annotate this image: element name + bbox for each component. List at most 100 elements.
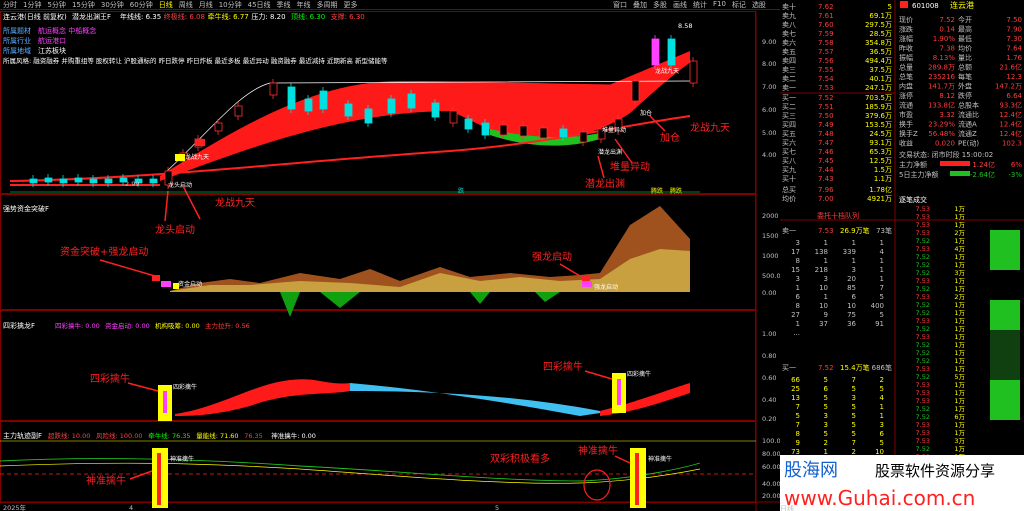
tool-button[interactable]: 叠加 — [630, 0, 650, 10]
stat-label: 最高 — [958, 25, 972, 34]
candle-body — [149, 178, 158, 184]
tick-vol: 1万 — [954, 365, 965, 373]
queue-cell: 7 — [852, 439, 856, 447]
chip: 腾跌 — [651, 187, 663, 195]
sum-value: 1.78亿 — [869, 185, 892, 194]
bid-label: 买三 — [782, 112, 796, 120]
ask-price: 7.53 — [818, 84, 834, 92]
watermark-text: 股票软件资源分享 — [875, 462, 995, 480]
queue-cell: 9 — [796, 439, 800, 447]
signal-annotation: 堆量异动 — [610, 161, 650, 173]
queue-cell: 1 — [824, 257, 828, 265]
ask-vol: 354.8万 — [865, 39, 892, 47]
period-tab[interactable]: 5分钟 — [44, 0, 68, 9]
signal-annotation: 四彩擒牛 — [543, 360, 583, 373]
ask-vol: 5 — [888, 3, 892, 11]
tool-button[interactable]: 统计 — [690, 0, 710, 10]
stat-value: 8.12 — [939, 92, 955, 100]
y-tick: 7.00 — [762, 83, 776, 91]
y-tick: 1000 — [762, 252, 779, 260]
tick-price: 7.52 — [916, 373, 930, 381]
highlight-circle — [583, 469, 611, 501]
bid-label: 买二 — [782, 103, 796, 111]
tool-button[interactable]: F10 — [710, 0, 729, 10]
tool-button[interactable]: 标记 — [729, 0, 749, 10]
period-tab[interactable]: 更多 — [341, 0, 361, 9]
ask-label: 卖十 — [782, 2, 796, 11]
tick-price: 7.53 — [916, 429, 930, 437]
sum-value: 7.00 — [818, 195, 834, 203]
stat-value: 147.2万 — [995, 83, 1022, 91]
signal-block — [161, 281, 171, 287]
annotation-arrow — [649, 115, 666, 132]
candle-body — [519, 125, 528, 137]
queue-cell: 8 — [796, 302, 800, 310]
stat-label: 振幅 — [899, 53, 913, 62]
y-tick: 5.00 — [762, 129, 776, 137]
signal-bar — [157, 453, 161, 505]
period-tab[interactable]: 月线 — [196, 0, 216, 9]
tick-vol: 1万 — [954, 341, 965, 349]
stat-value: 6.64 — [1006, 92, 1022, 100]
stat-label: 总笔 — [899, 72, 913, 81]
bid-label: 买九 — [782, 165, 796, 174]
queue-cell: 10 — [819, 302, 828, 310]
period-tab[interactable]: 多周期 — [314, 0, 341, 9]
tool-button[interactable]: 多股 — [650, 0, 670, 10]
queue-cell: 5 — [852, 421, 856, 429]
ask-price: 7.57 — [818, 48, 834, 56]
y-tick: 100.0 — [762, 437, 780, 445]
period-tab[interactable]: 分时 — [0, 0, 20, 9]
period-tab[interactable]: 周线 — [176, 0, 196, 9]
signal-annotation: 神准擒牛 — [578, 444, 618, 457]
queue-cell: 10 — [847, 302, 856, 310]
signal-block — [582, 275, 590, 281]
tool-button[interactable]: 选股 — [749, 0, 769, 10]
stat-value: 0.14 — [939, 26, 955, 34]
queue-cell: 339 — [843, 248, 856, 256]
flow-block — [990, 330, 1020, 380]
queue-cell: 3 — [824, 275, 828, 283]
stat-label: 市盈 — [899, 110, 913, 119]
bid-label: 买八 — [782, 157, 796, 165]
candle-body — [74, 177, 83, 183]
tick-price: 7.52 — [916, 349, 930, 357]
stat-value: 12.3 — [1006, 73, 1022, 81]
flow-label: 5日主力净额 — [899, 170, 938, 179]
style-news: 所属风格: 融资融券 并购重组等 股权转让 沪股通标的 昨日跌停 昨日炸板 最近… — [3, 56, 388, 65]
y-tick: 9.00 — [762, 38, 776, 46]
period-tab[interactable]: 45日线 — [245, 0, 274, 9]
period-tab[interactable]: 1分钟 — [20, 0, 44, 9]
queue-cell: 1 — [852, 239, 856, 247]
stat-value: 7.38 — [939, 45, 955, 53]
tool-button[interactable]: 画线 — [670, 0, 690, 10]
signal-annotation: 神准擒牛 — [86, 474, 126, 487]
period-tab[interactable]: 10分钟 — [216, 0, 245, 9]
tick-vol: 1万 — [954, 213, 965, 221]
tick-vol: 1万 — [954, 389, 965, 397]
period-tab[interactable]: 日线 — [156, 0, 176, 9]
period-tab[interactable]: 季线 — [274, 0, 294, 9]
candle-body — [464, 118, 473, 130]
bid-price: 7.43 — [818, 175, 834, 183]
small-tag: 神准擒牛 — [648, 455, 672, 463]
period-tab[interactable]: 30分钟 — [98, 0, 127, 9]
y-tick: 4.00 — [762, 151, 776, 159]
period-tab[interactable]: 年线 — [294, 0, 314, 9]
queue-price: 7.53 — [818, 227, 834, 235]
signal-annotation: 龙头启动 — [155, 223, 195, 236]
y-tick: 500.0 — [762, 272, 780, 280]
queue-cell: 2 — [880, 376, 884, 384]
tick-vol: 1万 — [954, 421, 965, 429]
signal-annotation: 潜龙出渊 — [585, 177, 625, 190]
tick-price: 7.52 — [916, 237, 930, 245]
tool-button[interactable]: 窗口 — [610, 0, 630, 10]
period-tab[interactable]: 15分钟 — [69, 0, 98, 9]
sum-label: 均价 — [782, 194, 796, 203]
small-tag: 龙头启动 — [168, 181, 192, 189]
fund-area-green — [470, 292, 490, 304]
period-tab[interactable]: 60分钟 — [127, 0, 156, 9]
legend-item: 顶线: 6.30 — [291, 12, 325, 21]
signal-annotation: 龙战九天 — [690, 121, 730, 134]
queue-cell: 5 — [824, 403, 828, 411]
